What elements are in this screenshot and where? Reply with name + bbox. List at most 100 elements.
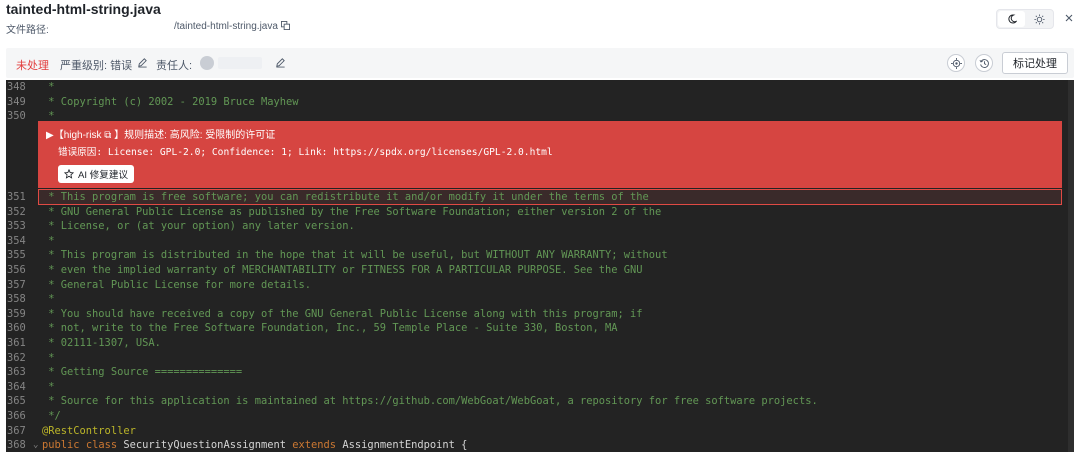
code-token: SecurityQuestionAssignment xyxy=(117,439,293,452)
line-code: * This program is distributed in the hop… xyxy=(42,249,668,262)
code-line: 358 * xyxy=(6,292,1066,306)
line-code: * Source for this application is maintai… xyxy=(42,395,818,408)
code-line: 357 * General Public License for more de… xyxy=(6,278,1066,292)
line-number: 354 xyxy=(7,234,26,247)
line-code: * xyxy=(42,110,55,123)
code-line: 356 * even the implied warranty of MERCH… xyxy=(6,263,1066,277)
line-number: 356 xyxy=(7,264,26,276)
code-line: 352 * GNU General Public License as publ… xyxy=(6,205,1066,219)
line-code: * License, or (at your option) any later… xyxy=(42,220,355,233)
code-line: 365 * Source for this application is mai… xyxy=(6,394,1066,408)
avatar xyxy=(200,56,214,70)
assignee-name xyxy=(218,57,262,69)
line-number: 363 xyxy=(7,366,26,379)
edit-assignee-icon[interactable] xyxy=(275,57,286,68)
line-number: 357 xyxy=(7,278,26,291)
line-number: 350 xyxy=(7,110,26,123)
file-path-text: /tainted-html-string.java xyxy=(174,21,278,32)
code-line: 351 * This program is free software; you… xyxy=(6,190,1066,204)
line-number: 368 xyxy=(7,439,26,452)
line-number: 353 xyxy=(7,220,26,233)
line-number: 349 xyxy=(7,95,26,108)
line-code: @RestController xyxy=(42,424,136,437)
issue-reason: 错误原因: License: GPL-2.0; Confidence: 1; L… xyxy=(58,147,553,158)
assignee-label: 责任人: xyxy=(156,60,193,72)
keyword-token: class xyxy=(85,439,118,452)
line-code: * GNU General Public License as publishe… xyxy=(42,205,662,218)
line-number: 348 xyxy=(7,81,26,93)
line-code: * not, write to the Free Software Founda… xyxy=(42,322,618,335)
file-path-value: /tainted-html-string.java xyxy=(174,21,290,32)
line-number: 364 xyxy=(7,380,26,393)
line-number: 359 xyxy=(7,307,26,320)
line-number: 365 xyxy=(7,395,26,408)
code-line: 359 * You should have received a copy of… xyxy=(6,307,1066,321)
locate-icon xyxy=(950,57,962,69)
editor-scrollbar[interactable] xyxy=(1068,80,1074,452)
file-path-label: 文件路径: xyxy=(6,25,49,36)
dark-theme-button[interactable] xyxy=(998,11,1025,27)
copy-icon[interactable] xyxy=(280,21,290,30)
line-number: 367 xyxy=(7,424,26,437)
theme-toggle[interactable] xyxy=(996,9,1054,29)
line-code: * xyxy=(42,293,55,306)
code-line: 354 * xyxy=(6,234,1066,248)
fold-chevron-icon[interactable]: ⌄ xyxy=(33,438,38,452)
issue-panel: ▶【high-risk ⧉ 】规则描述: 高风险: 受限制的许可证 错误原因: … xyxy=(38,121,1062,188)
code-editor[interactable]: ▶【high-risk ⧉ 】规则描述: 高风险: 受限制的许可证 错误原因: … xyxy=(6,80,1074,452)
code-line: 350 * xyxy=(6,109,1066,123)
close-icon xyxy=(1065,14,1073,22)
line-code: * Getting Source ============== xyxy=(42,366,243,379)
severity-label: 严重级别: 错误 xyxy=(60,60,133,72)
code-line: 361 * 02111-1307, USA. xyxy=(6,336,1066,350)
code-line: 364 * xyxy=(6,380,1066,394)
line-code: * xyxy=(42,81,55,93)
moon-icon xyxy=(1007,14,1017,24)
code-line: 355 * This program is distributed in the… xyxy=(6,248,1066,262)
light-theme-button[interactable] xyxy=(1026,11,1053,27)
locate-button[interactable] xyxy=(947,54,965,72)
keyword-token: public xyxy=(42,439,80,452)
code-token: AssignmentEndpoint { xyxy=(336,439,468,452)
status-badge[interactable]: 未处理 xyxy=(16,57,49,73)
code-line: 363 * Getting Source ============== xyxy=(6,365,1066,379)
line-code: * even the implied warranty of MERCHANTA… xyxy=(42,264,643,276)
issue-toolbar: 未处理 严重级别: 错误 责任人: 标记处理 xyxy=(6,48,1074,78)
issue-rule-description[interactable]: ▶【high-risk ⧉ 】规则描述: 高风险: 受限制的许可证 xyxy=(46,126,275,141)
star-icon xyxy=(63,169,74,179)
line-number: 351 xyxy=(7,191,26,203)
code-line: 353 * License, or (at your option) any l… xyxy=(6,219,1066,233)
ai-fix-button[interactable]: AI 修复建议 xyxy=(58,165,134,183)
line-number: 358 xyxy=(7,293,26,306)
history-button[interactable] xyxy=(975,54,993,72)
ai-fix-label: AI 修复建议 xyxy=(77,170,129,181)
code-line: 360 * not, write to the Free Software Fo… xyxy=(6,321,1066,335)
close-button[interactable] xyxy=(1062,10,1076,26)
history-icon xyxy=(979,58,989,68)
code-line: 368 public class SecurityQuestionAssignme… xyxy=(6,438,1066,452)
line-code: * Copyright (c) 2002 - 2019 Bruce Mayhew xyxy=(42,95,299,108)
line-number: 352 xyxy=(7,205,26,218)
line-code: * xyxy=(42,234,55,247)
line-code: * You should have received a copy of the… xyxy=(42,307,643,320)
code-line: 349 * Copyright (c) 2002 - 2019 Bruce Ma… xyxy=(6,95,1066,109)
code-line: 348 * xyxy=(6,80,1066,94)
sun-icon xyxy=(1034,13,1045,25)
line-number: 355 xyxy=(7,249,26,262)
file-header: tainted-html-string.java 文件路径: /tainted-… xyxy=(0,0,1080,46)
line-number: 361 xyxy=(7,337,26,349)
mark-handled-button[interactable]: 标记处理 xyxy=(1002,52,1068,74)
line-code: public class SecurityQuestionAssignment … xyxy=(42,438,467,452)
line-code: * This program is free software; you can… xyxy=(42,191,649,203)
line-number: 366 xyxy=(7,410,26,422)
line-number: 362 xyxy=(7,351,26,364)
edit-severity-icon[interactable] xyxy=(137,57,148,68)
line-code: */ xyxy=(42,410,61,422)
file-title: tainted-html-string.java xyxy=(6,1,161,17)
code-line: 367 @RestController xyxy=(6,424,1066,438)
keyword-token: extends xyxy=(292,439,337,452)
line-code: * xyxy=(42,380,55,393)
line-code: * 02111-1307, USA. xyxy=(42,337,161,349)
line-number: 360 xyxy=(7,322,26,335)
line-code: * General Public License for more detail… xyxy=(42,278,311,291)
